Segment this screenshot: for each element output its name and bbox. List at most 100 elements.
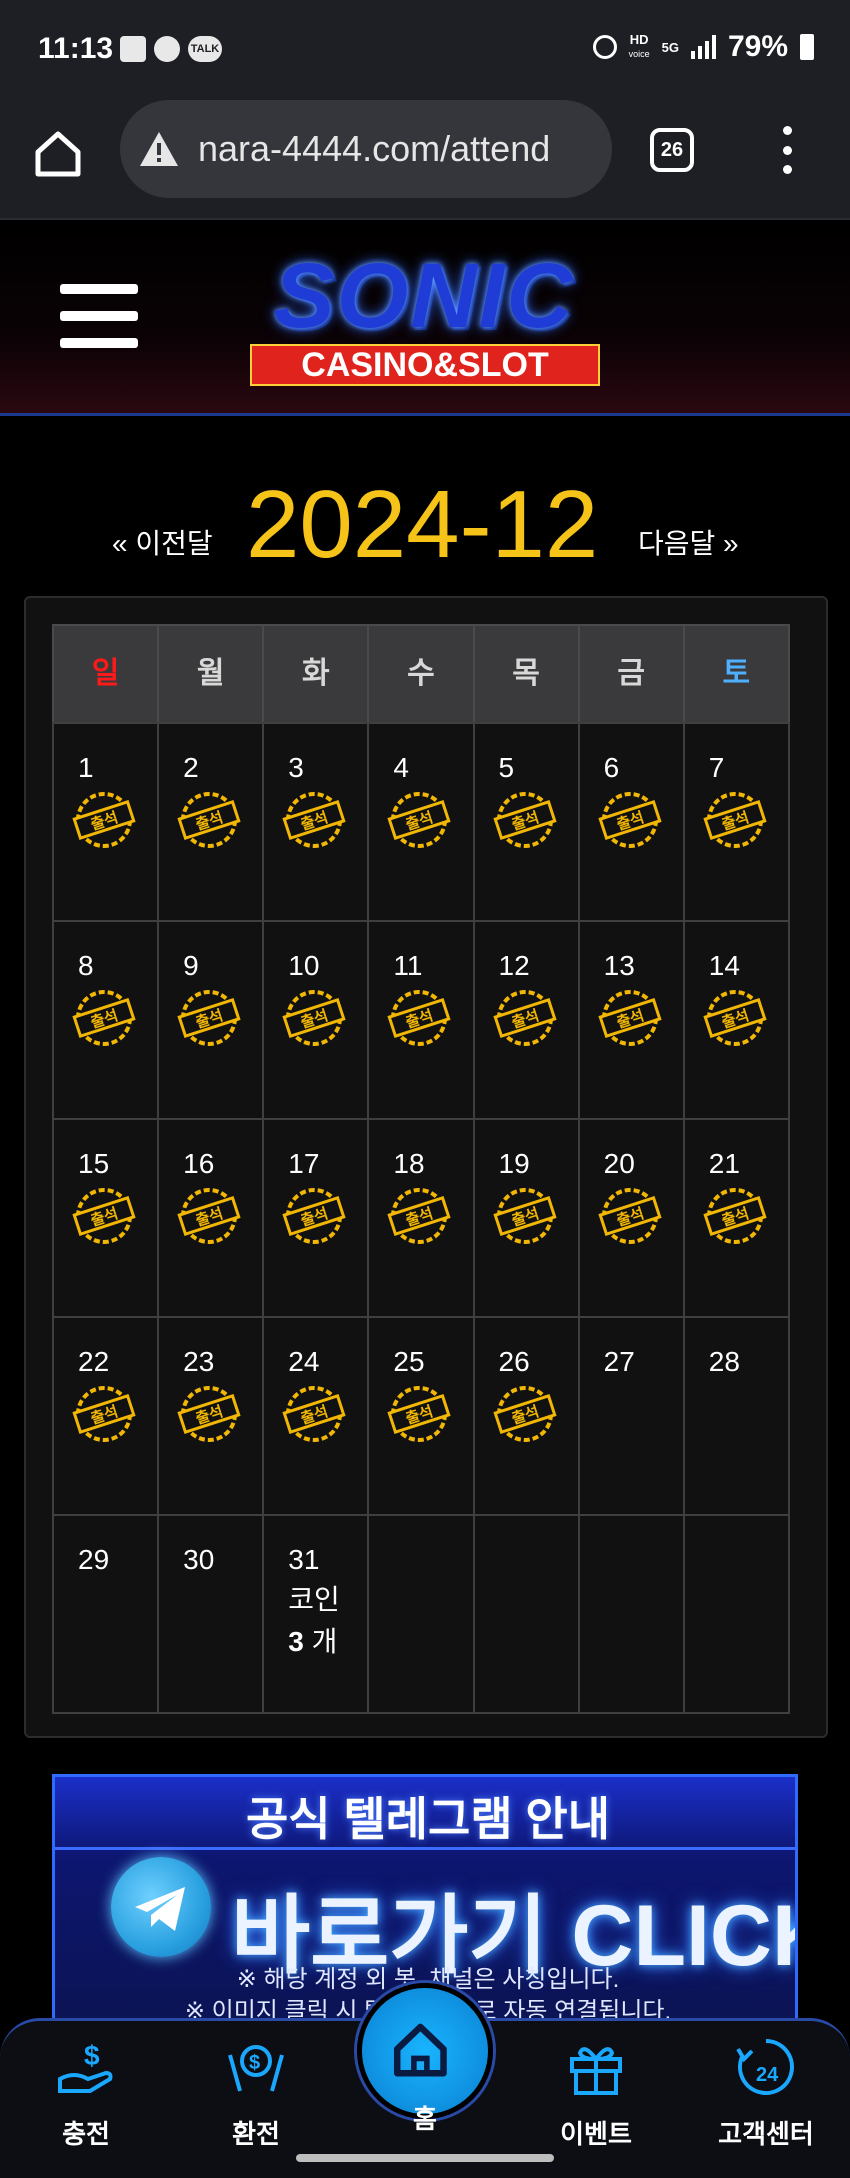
day-number: 15 [78, 1148, 110, 1179]
calendar-day-cell [367, 1514, 475, 1714]
address-bar[interactable]: nara-4444.com/attend [120, 100, 612, 198]
calendar-day-cell[interactable]: 30 [157, 1514, 265, 1714]
day-number: 14 [708, 950, 740, 981]
calendar-day-cell[interactable]: 8 출석 [52, 920, 160, 1120]
calendar-day-cell[interactable]: 20 출석 [577, 1118, 685, 1318]
calendar-day-cell[interactable]: 29 [52, 1514, 160, 1714]
svg-text:24: 24 [756, 2064, 779, 2086]
hamburger-menu-icon[interactable] [60, 284, 138, 348]
attendance-stamp-icon: 출석 [492, 1188, 557, 1244]
nav-event[interactable]: 이벤트 [536, 2035, 656, 2151]
nav-deposit[interactable]: $ 충전 [26, 2035, 146, 2151]
calendar-day-cell[interactable]: 7 출석 [682, 722, 790, 922]
calendar-day-cell[interactable]: 28 [682, 1316, 790, 1516]
attendance-stamp-icon: 출석 [72, 990, 136, 1046]
nav-event-label: 이벤트 [560, 2119, 632, 2149]
coin-count-value: 3 [288, 1626, 304, 1657]
attendance-stamp-icon: 출석 [387, 990, 451, 1046]
day-number: 5 [498, 752, 515, 783]
nav-support-label: 고객센터 [718, 2119, 814, 2149]
calendar-day-cell[interactable]: 16 출석 [157, 1118, 265, 1318]
calendar-day-cell[interactable]: 9 출석 [157, 920, 265, 1120]
nav-deposit-label: 충전 [62, 2119, 110, 2149]
calendar-week: 8 출석 9 출석 10 출석 11 출석 12 출석 13 출석 14 출석 [52, 920, 802, 1120]
attendance-stamp-icon: 출석 [492, 1386, 557, 1442]
prev-month-link[interactable]: « 이전달 [112, 522, 213, 562]
tabs-button[interactable]: 26 [650, 128, 694, 172]
calendar-day-cell[interactable]: 14 출석 [682, 920, 790, 1120]
gesture-bar [296, 2154, 554, 2162]
calendar-day-cell[interactable]: 3 출석 [262, 722, 370, 922]
month-title: 2024-12 [246, 471, 599, 578]
attendance-stamp-icon: 출석 [387, 1188, 451, 1244]
calendar-day-cell[interactable]: 27 [577, 1316, 685, 1516]
status-time: 11:13 [38, 32, 114, 65]
signal-icon [690, 35, 716, 59]
calendar-day-cell[interactable]: 24 출석 [262, 1316, 370, 1516]
gallery-icon [120, 36, 146, 62]
calendar-day-cell[interactable]: 5 출석 [472, 722, 580, 922]
day-number: 27 [603, 1346, 635, 1377]
calendar-day-cell[interactable]: 12 출석 [472, 920, 580, 1120]
nav-withdraw[interactable]: $ 환전 [196, 2035, 316, 2151]
day-number: 4 [393, 752, 409, 783]
calendar-week: 15 출석 16 출석 17 출석 18 출석 19 출석 20 출석 21 출석 [52, 1118, 802, 1318]
day-number: 25 [393, 1346, 425, 1377]
url-text[interactable]: nara-4444.com/attend [198, 128, 598, 170]
calendar-day-cell[interactable]: 11 출석 [367, 920, 475, 1120]
calendar-day-cell[interactable]: 13 출석 [577, 920, 685, 1120]
attendance-stamp-icon: 출석 [72, 1386, 136, 1442]
gift-icon [570, 2047, 622, 2095]
more-menu-icon[interactable] [780, 126, 794, 174]
calendar-day-cell[interactable]: 22 출석 [52, 1316, 160, 1516]
attendance-stamp-icon: 출석 [492, 792, 557, 848]
attendance-stamp-icon: 출석 [177, 1188, 241, 1244]
chat-bubble-icon [154, 36, 180, 62]
calendar-day-cell[interactable]: 15 출석 [52, 1118, 160, 1318]
weekday-1: 월 [157, 624, 265, 724]
logo-main-text: SONIC [273, 245, 575, 347]
day-number: 9 [183, 950, 199, 981]
calendar-day-cell[interactable]: 23 출석 [157, 1316, 265, 1516]
day-number: 17 [288, 1148, 320, 1179]
calendar-day-cell[interactable]: 21 출석 [682, 1118, 790, 1318]
calendar-week: 29 30 31 코인 3 개 [52, 1514, 802, 1714]
calendar-day-cell[interactable]: 6 출석 [577, 722, 685, 922]
attendance-stamp-icon: 출석 [387, 792, 451, 848]
day-number: 1 [78, 752, 94, 783]
alarm-icon [592, 35, 617, 59]
day-number: 16 [183, 1148, 215, 1179]
calendar-grid: 일월화수목금토 1 출석 2 출석 3 출석 4 출석 5 출석 6 출석 7 출석 8 출석 9 출석 10 출석 1… [52, 624, 802, 1714]
day-number: 23 [183, 1346, 215, 1377]
warning-icon[interactable] [138, 130, 180, 168]
next-month-link[interactable]: 다음달 » [638, 522, 739, 562]
nav-withdraw-label: 환전 [232, 2119, 280, 2149]
telegram-icon [111, 1857, 211, 1957]
status-bar: 11:13 TALK HD voice 5G 79% [0, 0, 850, 100]
attendance-stamp-icon: 출석 [492, 990, 557, 1046]
nav-support[interactable]: 24 고객센터 [706, 2035, 826, 2151]
calendar-day-cell[interactable]: 4 출석 [367, 722, 475, 922]
calendar-day-cell[interactable]: 10 출석 [262, 920, 370, 1120]
calendar-day-cell[interactable]: 26 출석 [472, 1316, 580, 1516]
day-number: 24 [288, 1346, 320, 1377]
svg-text:$: $ [84, 2040, 100, 2071]
day-number: 30 [183, 1544, 215, 1575]
calendar-day-cell[interactable]: 2 출석 [157, 722, 265, 922]
browser-home-icon[interactable] [30, 126, 86, 182]
day-number: 11 [393, 950, 423, 981]
day-number: 26 [498, 1346, 530, 1377]
calendar-day-cell[interactable]: 19 출석 [472, 1118, 580, 1318]
site-logo[interactable]: SONIC CASINO&SLOT [232, 250, 616, 390]
attendance-stamp-icon: 출석 [177, 990, 241, 1046]
calendar-day-cell[interactable]: 1 출석 [52, 722, 160, 922]
calendar-day-cell[interactable]: 31 코인 3 개 [262, 1514, 370, 1714]
day-number: 31 [288, 1544, 320, 1575]
calendar-day-cell[interactable]: 17 출석 [262, 1118, 370, 1318]
day-number: 3 [288, 752, 304, 783]
calendar-day-cell[interactable]: 25 출석 [367, 1316, 475, 1516]
weekday-6: 토 [682, 624, 790, 724]
day-number: 7 [708, 752, 725, 783]
coin-count-unit: 개 [311, 1626, 338, 1657]
calendar-day-cell[interactable]: 18 출석 [367, 1118, 475, 1318]
